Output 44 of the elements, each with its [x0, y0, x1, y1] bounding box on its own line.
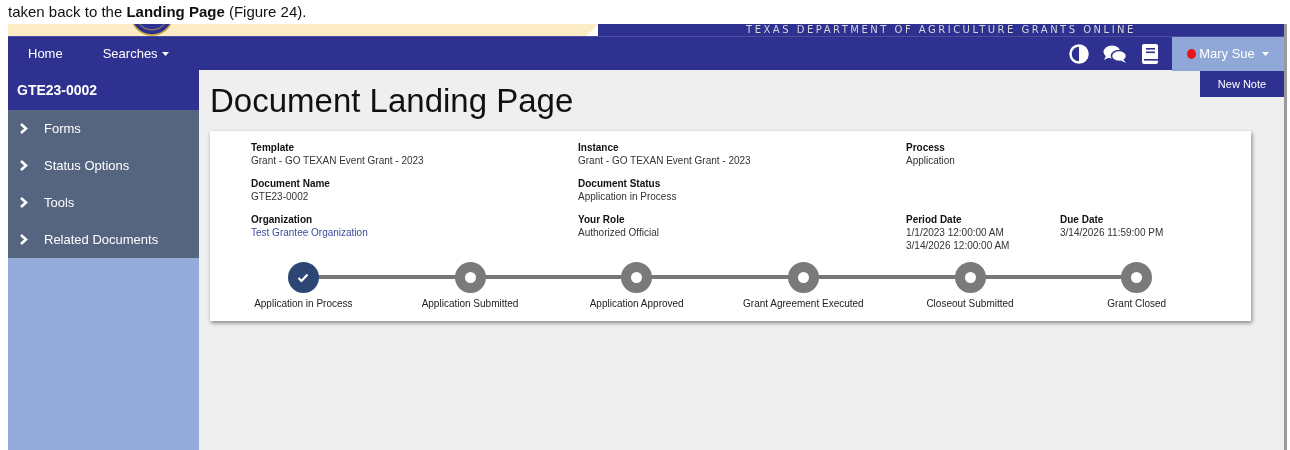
field-label: Organization [251, 213, 314, 226]
field-value: Grant - GO TEXAN Event Grant - 2023 [578, 154, 752, 167]
site-title: TEXAS DEPARTMENT OF AGRICULTURE GRANTS ONLINE [746, 25, 1136, 35]
field-value: 3/14/2026 11:59:00 PM [1060, 226, 1165, 239]
sidebar-item[interactable]: Related Documents [8, 221, 199, 258]
chevron-icon [20, 234, 28, 245]
field-label: Process [906, 141, 946, 154]
field-label: Period Date [906, 213, 963, 226]
field-label: Your Role [578, 213, 626, 226]
step-label: Grant Agreement Executed [743, 297, 864, 311]
page-title: Document Landing Page [210, 81, 574, 121]
sidebar-item[interactable]: Tools [8, 184, 199, 221]
nav-link[interactable]: Searches [82, 43, 189, 64]
sidebar-title: GTE23-0002 [8, 70, 199, 110]
field-label: Due Date [1060, 213, 1105, 226]
step-label: Application Submitted [421, 297, 519, 311]
field-value: Grant - GO TEXAN Event Grant - 2023 [251, 154, 425, 167]
field-value: Authorized Official [578, 226, 660, 239]
chevron-icon [20, 123, 28, 134]
field-label: Template [251, 141, 296, 154]
field-value: GTE23-0002 [251, 190, 310, 203]
chevron-icon [20, 197, 28, 208]
step-label: Closeout Submitted [926, 297, 1014, 311]
caret-icon [1261, 51, 1269, 56]
field-label: Document Name [251, 177, 331, 190]
field-value: 3/14/2026 12:00:00 AM [906, 239, 1011, 252]
sidebar-item[interactable]: Status Options [8, 147, 199, 184]
step-label: Application Approved [589, 297, 684, 311]
chat-icon[interactable] [1103, 43, 1127, 64]
field-value: 1/1/2023 12:00:00 AM [906, 226, 1005, 239]
field-label: Instance [578, 141, 620, 154]
contrast-icon[interactable] [1069, 43, 1089, 64]
field-value: Application [906, 154, 956, 167]
sidebar-item[interactable]: Forms [8, 110, 199, 147]
field-label: Document Status [578, 177, 662, 190]
field-value: Application in Process [578, 190, 678, 203]
step-label: Grant Closed [1107, 297, 1167, 311]
caption-text: taken back to the Landing Page (Figure 24). [8, 3, 307, 20]
chevron-icon [20, 160, 28, 171]
organization-link[interactable]: Test Grantee Organization [251, 227, 368, 238]
book-icon[interactable] [1141, 42, 1159, 65]
nav-link[interactable]: Home [8, 43, 83, 64]
step-label: Application in Process [254, 297, 353, 311]
menu-item[interactable]: New Note [1217, 75, 1267, 93]
